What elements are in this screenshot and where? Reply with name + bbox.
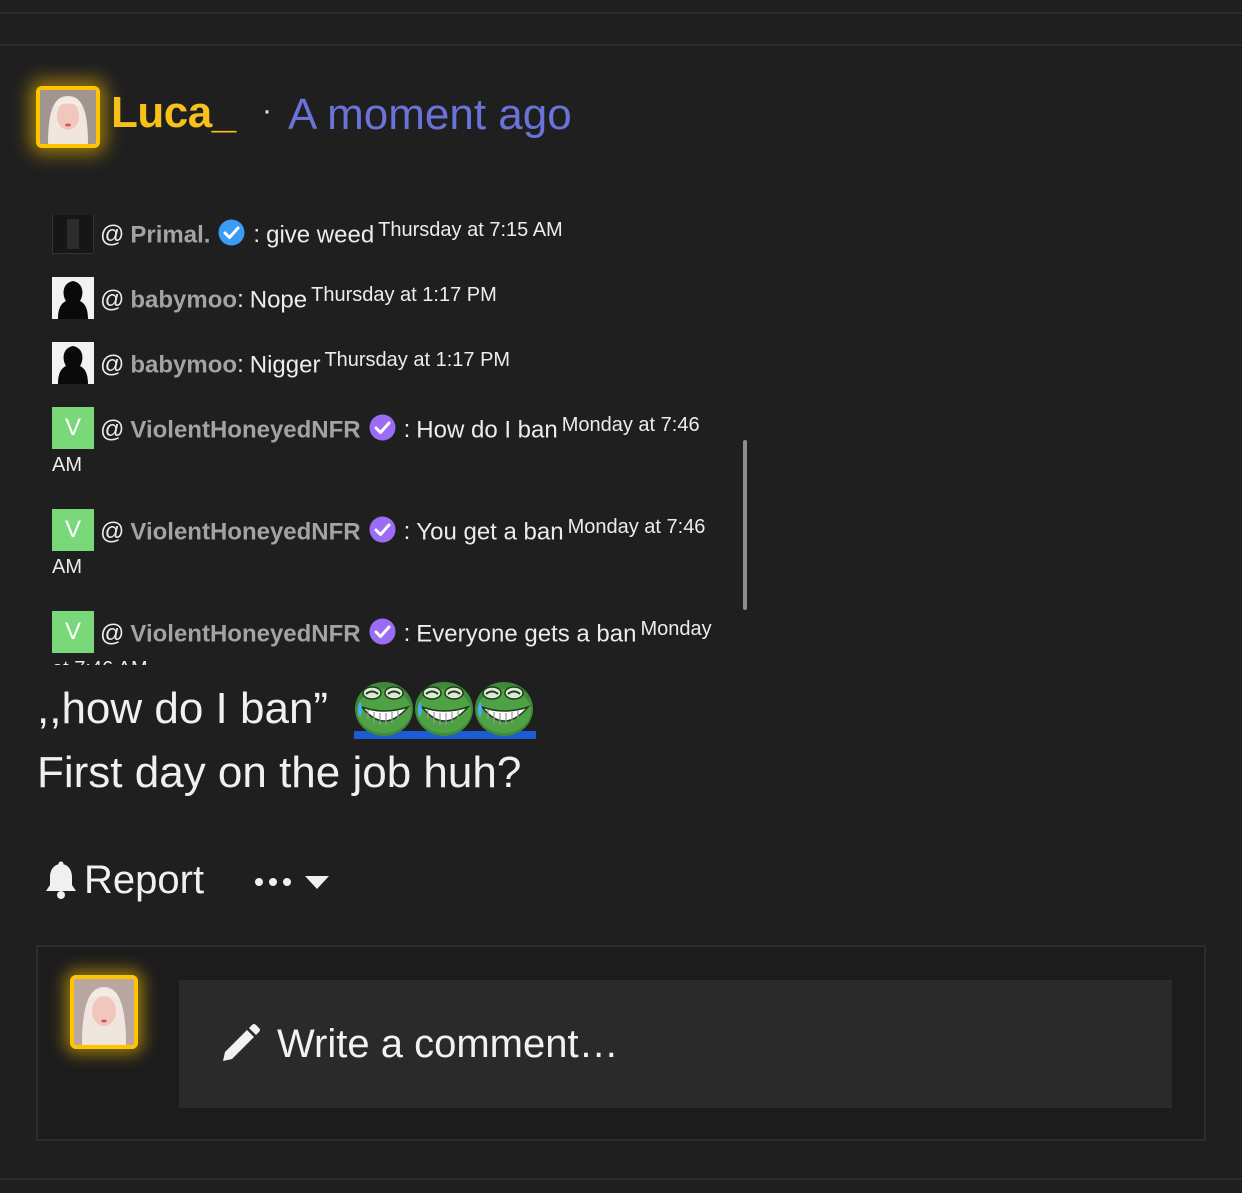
meta-separator: · (262, 94, 272, 127)
current-user-avatar[interactable] (70, 975, 138, 1049)
mention-item[interactable]: @ babymoo: Nigger Thursday at 1:17 PM (52, 342, 732, 387)
mention-username[interactable]: ViolentHoneyedNFR (130, 518, 360, 545)
mention-avatar[interactable] (52, 215, 94, 254)
mention-separator: : (403, 518, 411, 546)
mention-item[interactable]: V @ ViolentHoneyedNFR: How do I ban Monday a… (52, 407, 732, 489)
report-label: Report (84, 857, 205, 902)
mention-item[interactable]: @ babymoo: Nope Thursday at 1:17 PM (52, 277, 732, 322)
comment-placeholder: Write a comment… (277, 1021, 619, 1066)
caret-down-icon (305, 876, 329, 889)
top-divider (0, 12, 1242, 14)
mention-avatar[interactable]: V (52, 407, 94, 449)
post-text-line-2: First day on the job huh? (37, 748, 522, 797)
mention-username[interactable]: ViolentHoneyedNFR (130, 416, 360, 443)
mention-avatar[interactable]: V (52, 611, 94, 653)
mention-separator: : (253, 221, 261, 249)
verified-badge-icon (369, 516, 396, 543)
author-name[interactable]: Luca_ (111, 88, 236, 138)
ellipsis-icon (255, 878, 291, 886)
mention-at: @ (100, 351, 125, 379)
mention-item[interactable]: V @ ViolentHoneyedNFR: You get a ban Monday … (52, 509, 732, 591)
mention-username[interactable]: Primal. (130, 221, 210, 248)
bottom-divider (0, 1178, 1242, 1180)
verified-badge-icon (369, 414, 396, 441)
verified-badge-icon (218, 219, 245, 246)
post-timestamp[interactable]: A moment ago (288, 90, 572, 140)
post-text-line-1: ,,how do I ban” (37, 684, 329, 733)
mention-text: You get a ban (416, 518, 564, 546)
crying-laughing-pepe-icon (354, 677, 536, 739)
report-button[interactable]: Report (44, 856, 204, 904)
mention-username[interactable]: babymoo (130, 286, 237, 313)
mention-item[interactable]: @ Primal.: give weed Thursday at 7:15 AM (52, 215, 732, 257)
mention-separator: : (237, 286, 244, 314)
mention-separator: : (403, 416, 411, 444)
mention-at: @ (100, 286, 125, 314)
pencil-icon (223, 1024, 260, 1061)
mention-text: Nope (249, 286, 308, 314)
mention-list-scrollbar[interactable] (743, 440, 747, 610)
header-divider (0, 44, 1242, 46)
mention-timestamp[interactable]: Thursday at 1:17 PM (311, 284, 497, 306)
mention-at: @ (100, 221, 125, 249)
comment-input[interactable]: Write a comment… (179, 980, 1172, 1108)
mention-username[interactable]: ViolentHoneyedNFR (130, 620, 360, 647)
mention-avatar[interactable]: V (52, 509, 94, 551)
mention-at: @ (100, 416, 125, 444)
mention-separator: : (403, 620, 411, 648)
mention-avatar[interactable] (52, 342, 94, 384)
verified-badge-icon (369, 618, 396, 645)
mention-at: @ (100, 620, 125, 648)
mention-text: Nigger (249, 351, 321, 379)
mention-at: @ (100, 518, 125, 546)
bell-icon (46, 861, 76, 899)
author-avatar[interactable] (36, 86, 100, 148)
mention-separator: : (237, 351, 244, 379)
mention-timestamp[interactable]: Thursday at 1:17 PM (324, 349, 510, 371)
mention-username[interactable]: babymoo (130, 351, 237, 378)
mention-text: give weed (266, 221, 375, 249)
mention-item[interactable]: V @ ViolentHoneyedNFR: Everyone gets a ban M… (52, 611, 732, 665)
mention-text: Everyone gets a ban (416, 620, 637, 648)
mention-avatar[interactable] (52, 277, 94, 319)
mention-list[interactable]: @ Primal.: give weed Thursday at 7:15 AM @ ba… (52, 215, 732, 665)
more-options-button[interactable] (254, 862, 330, 902)
mention-timestamp[interactable]: Thursday at 7:15 AM (378, 219, 563, 241)
mention-text: How do I ban (416, 416, 558, 444)
